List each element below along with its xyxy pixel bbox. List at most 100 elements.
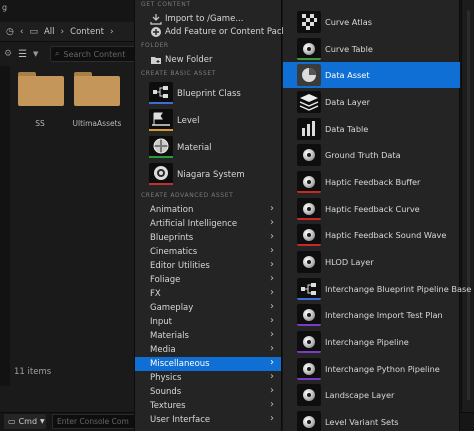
scrollbar[interactable] [467, 10, 470, 400]
chevron-right-icon: › [270, 413, 274, 424]
submenu-miscellaneous[interactable]: Miscellaneous › [135, 357, 281, 371]
folder-icon [150, 54, 162, 66]
interchange-bp-icon [297, 278, 321, 300]
chevron-right-icon: › [270, 259, 274, 270]
menu-item-hlod-layer[interactable]: HLOD Layer [283, 249, 460, 275]
menu-item-label: Haptic Feedback Buffer [325, 177, 421, 187]
submenu-sounds[interactable]: Sounds › [135, 385, 281, 399]
submenu-fx[interactable]: FX › [135, 287, 281, 301]
search-icon: ⌕ [55, 49, 60, 58]
folder-label: UltimaAssets [72, 119, 122, 128]
menu-item-label: Ground Truth Data [325, 150, 401, 160]
submenu-materials[interactable]: Materials › [135, 329, 281, 343]
submenu-cinematics[interactable]: Cinematics › [135, 245, 281, 259]
menu-item-label: Curve Atlas [325, 17, 372, 27]
menu-item-haptic-feedback-sound-wave[interactable]: Haptic Feedback Sound Wave [283, 222, 460, 248]
menu-item-landscape-layer[interactable]: Landscape Layer [283, 382, 460, 408]
curve-atlas-icon [297, 11, 321, 33]
menu-item-niagara-system[interactable]: Niagara System [177, 170, 245, 180]
submenu-media[interactable]: Media › [135, 343, 281, 357]
import-icon [150, 13, 162, 25]
settings-icon[interactable]: ⚙ [4, 49, 12, 59]
folder-tile-ultimaassets[interactable] [74, 72, 120, 106]
submenu-user-interface[interactable]: User Interface › [135, 413, 281, 427]
chevron-down-icon[interactable]: ▼ [33, 50, 38, 58]
data-asset-icon [297, 64, 321, 86]
chevron-right-icon: › [270, 357, 274, 368]
breadcrumb-all[interactable]: All [44, 27, 55, 37]
submenu-label: FX [150, 289, 161, 299]
chevron-right-icon: › [270, 385, 274, 396]
level-variant-icon [297, 411, 321, 431]
menu-item-label: Level Variant Sets [325, 417, 399, 427]
submenu-artificial-intelligence[interactable]: Artificial Intelligence › [135, 217, 281, 231]
menu-item-blueprint-class[interactable]: Blueprint Class [177, 89, 241, 99]
menu-item-label: Interchange Import Test Plan [325, 310, 443, 320]
menu-item-label: Data Table [325, 124, 369, 134]
menu-item-curve-table[interactable]: Curve Table [283, 36, 460, 62]
menu-item-data-table[interactable]: Data Table [283, 116, 460, 142]
data-table-icon [297, 118, 321, 140]
menu-item-label: HLOD Layer [325, 257, 374, 267]
filter-icon[interactable]: ☰ [18, 49, 27, 60]
breadcrumb: ◷ ‹ ▭ All › Content › [0, 22, 140, 42]
menu-item-data-asset[interactable]: Data Asset [283, 62, 460, 88]
submenu-label: Miscellaneous [150, 359, 210, 369]
menu-item-label: Data Layer [325, 97, 370, 107]
history-icon[interactable]: ◷ [6, 27, 14, 37]
chevron-right-icon: › [270, 399, 274, 410]
submenu-label: Gameplay [150, 303, 194, 313]
menu-item-curve-atlas[interactable]: Curve Atlas [283, 9, 460, 35]
console-input[interactable]: Enter Console Com [52, 414, 136, 429]
submenu-label: Textures [150, 401, 186, 411]
section-header-folder: FOLDER [141, 42, 169, 49]
menu-item-material[interactable]: Material [177, 143, 212, 153]
menu-item-import[interactable]: Import to /Game... [165, 14, 243, 24]
sources-panel [0, 66, 10, 386]
menu-item-haptic-feedback-curve[interactable]: Haptic Feedback Curve [283, 196, 460, 222]
menu-item-label: Data Asset [325, 70, 370, 80]
submenu-label: Sounds [150, 387, 182, 397]
back-icon[interactable]: ‹ [20, 27, 24, 37]
menu-item-level-variant-sets[interactable]: Level Variant Sets [283, 409, 460, 431]
chevron-right-icon: › [60, 26, 65, 37]
menu-item-label: Haptic Feedback Sound Wave [325, 230, 447, 240]
submenu-blueprints[interactable]: Blueprints › [135, 231, 281, 245]
menu-item-level[interactable]: Level [177, 116, 199, 126]
menu-item-label: Interchange Pipeline [325, 337, 409, 347]
menu-item-interchange-blueprint-pipeline-base[interactable]: Interchange Blueprint Pipeline Base [283, 276, 471, 302]
submenu-editor-utilities[interactable]: Editor Utilities › [135, 259, 281, 273]
console-icon: ▭ [8, 417, 16, 426]
submenu-physics[interactable]: Physics › [135, 371, 281, 385]
menu-item-add-feature[interactable]: Add Feature or Content Pack... [165, 27, 295, 37]
section-header-advanced: CREATE ADVANCED ASSET [141, 192, 234, 199]
submenu-foliage[interactable]: Foliage › [135, 273, 281, 287]
chevron-right-icon: › [270, 315, 274, 326]
submenu-label: Foliage [150, 275, 181, 285]
interchange-python-icon [297, 358, 321, 380]
menu-item-interchange-pipeline[interactable]: Interchange Pipeline [283, 329, 460, 355]
breadcrumb-content[interactable]: Content [70, 27, 104, 37]
submenu-textures[interactable]: Textures › [135, 399, 281, 413]
submenu-gameplay[interactable]: Gameplay › [135, 301, 281, 315]
submenu-label: Blueprints [150, 233, 194, 243]
submenu-animation[interactable]: Animation › [135, 203, 281, 217]
folder-small-icon[interactable]: ▭ [29, 27, 38, 37]
material-icon [149, 136, 173, 158]
cmd-dropdown[interactable]: ▭ Cmd ▼ [4, 414, 46, 429]
menu-item-haptic-feedback-buffer[interactable]: Haptic Feedback Buffer [283, 169, 460, 195]
menu-item-interchange-import-test-plan[interactable]: Interchange Import Test Plan [283, 302, 460, 328]
menu-item-new-folder[interactable]: New Folder [165, 55, 213, 65]
blueprint-icon [149, 82, 173, 104]
submenu-label: Cinematics [150, 247, 198, 257]
menu-item-ground-truth-data[interactable]: Ground Truth Data [283, 142, 460, 168]
folder-tile-ss[interactable] [18, 72, 64, 106]
search-input[interactable]: ⌕ Search Content [50, 46, 140, 62]
menu-item-label: Interchange Python Pipeline [325, 364, 440, 374]
submenu-input[interactable]: Input › [135, 315, 281, 329]
menu-item-interchange-python-pipeline[interactable]: Interchange Python Pipeline [283, 356, 460, 382]
submenu-label: Editor Utilities [150, 261, 210, 271]
menu-item-data-layer[interactable]: Data Layer [283, 89, 460, 115]
folder-label: SS [35, 119, 45, 128]
search-placeholder: Search Content [63, 49, 126, 59]
